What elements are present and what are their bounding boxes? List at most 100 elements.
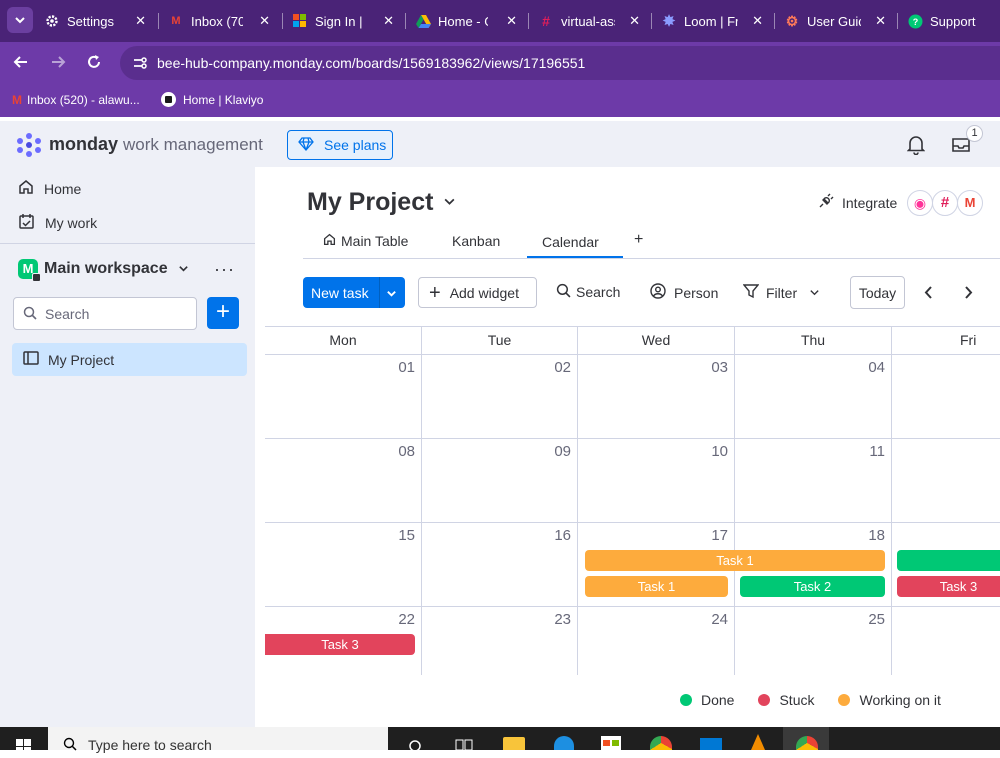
browser-tab-hubspot[interactable]: ⚙ User Guid ✕ <box>784 6 892 36</box>
browser-tab-google-drive[interactable]: Home - G ✕ <box>415 6 523 36</box>
board-icon <box>23 351 39 368</box>
calendar-day-cell[interactable]: 01 <box>265 355 422 439</box>
workspace-selector[interactable]: M Main workspace <box>18 259 189 282</box>
close-icon[interactable]: ✕ <box>875 13 886 29</box>
add-item-button[interactable]: + <box>207 297 239 329</box>
bell-icon[interactable] <box>906 135 926 158</box>
edge-icon[interactable] <box>554 736 574 750</box>
tab-search-button[interactable] <box>7 7 33 33</box>
sidebar-item-home[interactable]: Home <box>18 179 81 198</box>
klaviyo-icon <box>161 92 176 107</box>
taskbar-search-input[interactable]: Type here to search <box>48 727 388 753</box>
mail-icon[interactable] <box>700 738 722 750</box>
calendar-day-cell[interactable]: 15 <box>265 523 422 607</box>
day-header-label: Mon <box>329 332 357 348</box>
calendar-day-cell[interactable]: 03 <box>578 355 735 439</box>
tab-main-table[interactable]: Main Table <box>323 233 408 249</box>
file-explorer-icon[interactable] <box>503 737 525 750</box>
browser-tab-loom[interactable]: ✸ Loom | Fre ✕ <box>661 6 769 36</box>
search-button[interactable]: Search <box>556 283 620 301</box>
calendar-day-cell[interactable]: 02 <box>422 355 578 439</box>
see-plans-button[interactable]: See plans <box>287 130 393 160</box>
store-icon[interactable] <box>601 736 621 750</box>
tab-kanban[interactable]: Kanban <box>452 233 500 249</box>
tab-title: Sign In | M <box>315 13 367 29</box>
new-task-label: New task <box>311 284 369 301</box>
calendar-day-cell[interactable]: 11 <box>735 439 892 523</box>
chevron-down-icon[interactable] <box>386 286 397 302</box>
chrome-icon[interactable] <box>650 736 672 750</box>
browser-tab-support[interactable]: ? Support <box>907 6 1000 36</box>
calendar-day-cell[interactable]: 23 <box>422 607 578 675</box>
task-bar-working[interactable]: Task 1 <box>585 550 885 571</box>
calendar-day-cell[interactable]: 16 <box>422 523 578 607</box>
chevron-down-icon <box>443 195 456 211</box>
calendar-day-cell[interactable]: 09 <box>422 439 578 523</box>
vlc-icon[interactable] <box>750 734 766 753</box>
calendar-day-cell[interactable] <box>892 355 1000 439</box>
url-field[interactable]: bee-hub-company.monday.com/boards/156918… <box>120 46 1000 80</box>
day-header: Mon <box>265 327 422 355</box>
close-icon[interactable]: ✕ <box>383 13 394 29</box>
legend-label: Working on it <box>859 692 941 708</box>
close-icon[interactable]: ✕ <box>506 13 517 29</box>
today-button[interactable]: Today <box>850 276 905 309</box>
task-bar-done[interactable]: Task 2 <box>740 576 885 597</box>
calendar-day-cell[interactable]: 25 <box>735 607 892 675</box>
filter-button[interactable]: Filter <box>742 283 820 302</box>
google-drive-icon <box>415 13 431 29</box>
forward-arrow-icon[interactable] <box>49 53 67 74</box>
add-view-button[interactable]: + <box>634 231 643 249</box>
windows-start-icon[interactable] <box>16 739 32 758</box>
task-view-icon[interactable] <box>455 737 473 753</box>
close-icon[interactable]: ✕ <box>259 13 270 29</box>
calendar-day-cell[interactable]: 10 <box>578 439 735 523</box>
person-icon <box>650 283 666 302</box>
back-arrow-icon[interactable] <box>12 53 30 74</box>
close-icon[interactable]: ✕ <box>135 13 146 29</box>
day-number: 03 <box>711 359 728 376</box>
chevron-right-icon[interactable] <box>963 286 973 302</box>
day-number: 17 <box>711 527 728 544</box>
board-title-dropdown[interactable]: My Project <box>307 188 456 217</box>
calendar-check-icon <box>18 213 35 233</box>
calendar-day-cell[interactable]: 24 <box>578 607 735 675</box>
tab-title: virtual-ass <box>561 13 615 29</box>
bookmark-gmail[interactable]: M Inbox (520) - alawu... <box>12 93 140 107</box>
sidebar-search-input[interactable]: Search <box>13 297 197 330</box>
browser-tab-settings[interactable]: Settings ✕ <box>44 6 152 36</box>
calendar-day-cell[interactable] <box>892 607 1000 675</box>
search-icon[interactable] <box>408 738 422 754</box>
url-text: bee-hub-company.monday.com/boards/156918… <box>157 55 586 71</box>
task-bar-stuck[interactable]: Task 3 <box>897 576 1000 597</box>
chevron-left-icon[interactable] <box>924 286 934 302</box>
task-bar-working[interactable]: Task 1 <box>585 576 728 597</box>
site-settings-icon[interactable] <box>132 55 148 74</box>
day-header: Tue <box>422 327 578 355</box>
new-task-button[interactable]: New task <box>303 277 405 308</box>
bookmark-klaviyo[interactable]: Home | Klaviyo <box>161 92 263 107</box>
day-number: 18 <box>868 527 885 544</box>
calendar-day-cell[interactable]: 04 <box>735 355 892 439</box>
browser-tab-microsoft[interactable]: Sign In | M ✕ <box>292 6 400 36</box>
integrate-button[interactable]: Integrate <box>818 193 897 212</box>
brand-name: monday <box>49 134 119 154</box>
calendar-day-cell[interactable]: 08 <box>265 439 422 523</box>
task-bar-done[interactable] <box>897 550 1000 571</box>
gmail-icon: M <box>171 15 181 27</box>
browser-tab-gmail[interactable]: M Inbox (70 ✕ <box>168 6 276 36</box>
calendar-day-cell[interactable] <box>892 439 1000 523</box>
sidebar-item-my-project[interactable]: My Project <box>12 343 247 376</box>
search-icon <box>556 283 571 301</box>
person-filter-button[interactable]: Person <box>650 283 718 302</box>
task-bar-stuck[interactable]: Task 3 <box>265 634 415 655</box>
person-label: Person <box>674 284 719 301</box>
close-icon[interactable]: ✕ <box>629 13 640 29</box>
close-icon[interactable]: ✕ <box>752 13 763 29</box>
add-widget-button[interactable]: + Add widget <box>418 277 537 308</box>
more-options-icon[interactable]: ··· <box>214 259 235 280</box>
tab-calendar[interactable]: Calendar <box>542 234 599 250</box>
sidebar-item-my-work[interactable]: My work <box>18 213 97 233</box>
reload-icon[interactable] <box>85 53 103 74</box>
browser-tab-slack[interactable]: # virtual-ass ✕ <box>538 6 646 36</box>
